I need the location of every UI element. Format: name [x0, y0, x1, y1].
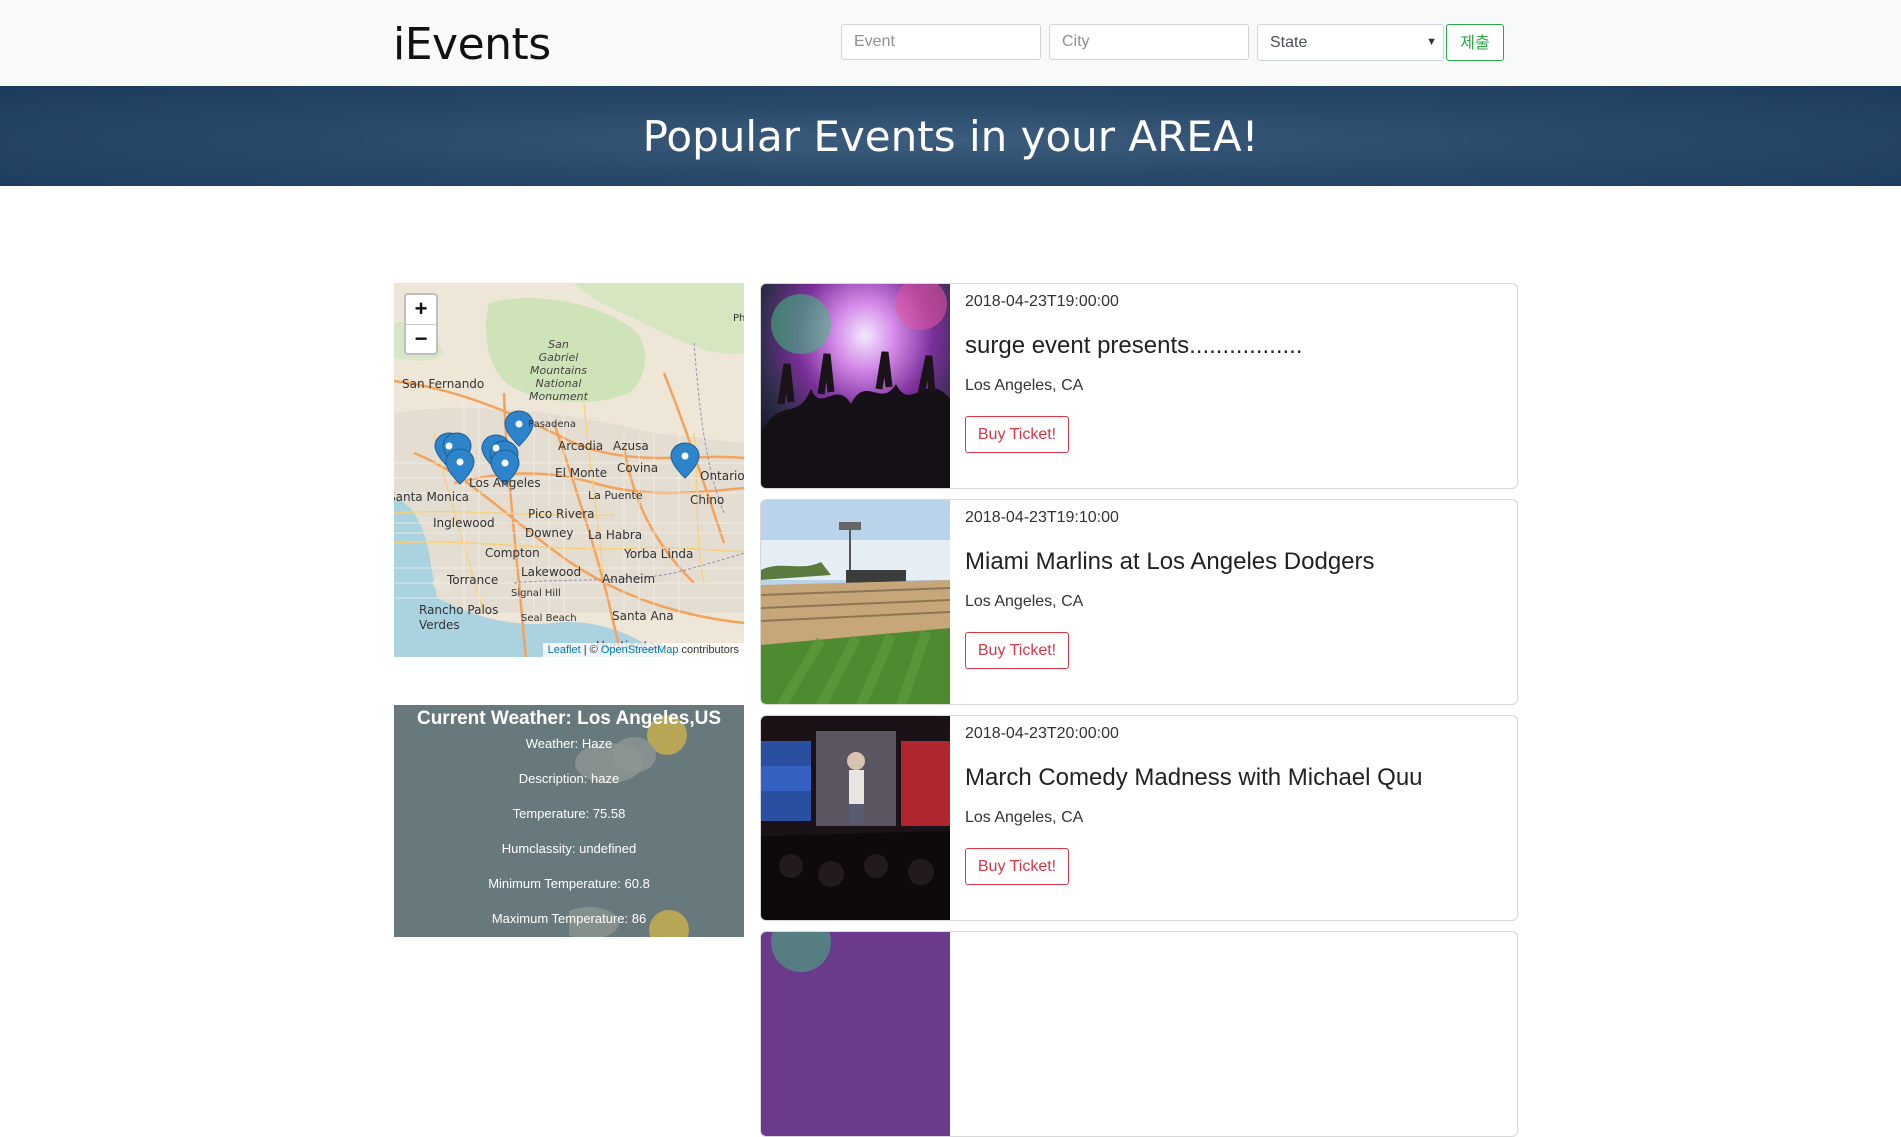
map-city-label: Santa Monica [394, 490, 470, 504]
map-city-label: El Monte [555, 466, 608, 480]
event-card [760, 931, 1518, 1137]
event-location: Los Angeles, CA [965, 809, 1084, 826]
event-card: 2018-04-23T20:00:00 March Comedy Madness… [760, 715, 1518, 921]
event-card: 2018-04-23T19:00:00 surge event presents… [760, 283, 1518, 489]
weather-min-temperature: Minimum Temperature: 60.8 [488, 876, 650, 891]
map-city-label: La Habra [588, 528, 643, 542]
map-city-label: Los Angeles [469, 476, 541, 490]
map-park-label: San Gabriel Mountains National Monument [529, 338, 588, 403]
zoom-in-button[interactable]: + [406, 295, 436, 325]
hero-title: Popular Events in your AREA! [642, 112, 1259, 161]
weather-condition: Weather: Haze [525, 736, 613, 751]
event-date: 2018-04-23T19:10:00 [965, 509, 1119, 526]
map-city-label: Compton [485, 546, 540, 560]
event-title: Miami Marlins at Los Angeles Dodgers [965, 548, 1375, 575]
map-city-label: Lakewood [521, 565, 582, 579]
weather-description: Description: haze [518, 771, 620, 786]
map-city-label: Seal Beach [521, 613, 577, 624]
map-city-label: Ontario [700, 469, 744, 483]
map-city-label: Rancho Palos Verdes [419, 603, 499, 632]
event-date: 2018-04-23T19:00:00 [965, 293, 1119, 310]
state-select[interactable]: State ▼ [1257, 24, 1444, 61]
weather-temperature: Temperature: 75.58 [512, 806, 626, 821]
event-map[interactable]: San Gabriel Mountains National Monument San … [394, 283, 744, 657]
weather-details: Weather: Haze Description: haze Temperat… [394, 733, 744, 937]
map-city-label: Arcadia [558, 439, 604, 453]
event-search-input[interactable] [841, 24, 1041, 60]
city-search-input[interactable] [1049, 24, 1249, 60]
openstreetmap-link[interactable]: OpenStreetMap [601, 644, 679, 656]
map-zoom-control: + − [404, 293, 438, 355]
chevron-down-icon: ▼ [1426, 36, 1437, 48]
map-city-label: Santa Ana [612, 609, 674, 623]
zoom-out-button[interactable]: − [406, 325, 436, 354]
event-title: surge event presents................. [965, 332, 1303, 359]
attribution-separator: | © [580, 644, 601, 656]
map-city-label: Ph [733, 313, 744, 324]
map-city-label: Chino [690, 493, 725, 507]
state-select-value: State [1270, 34, 1308, 51]
weather-panel: Current Weather: Los Angeles,US Weather:… [394, 705, 744, 937]
map-city-label: Anaheim [602, 572, 656, 586]
buy-ticket-button[interactable]: Buy Ticket! [965, 848, 1069, 885]
map-city-label: Covina [617, 461, 659, 475]
event-image [761, 932, 950, 1136]
map-city-label: Yorba Linda [624, 547, 694, 561]
event-location: Los Angeles, CA [965, 377, 1084, 394]
leaflet-link[interactable]: Leaflet [548, 644, 581, 656]
map-city-label: Signal Hill [511, 588, 561, 599]
map-city-label: Torrance [447, 573, 499, 587]
map-city-label: Inglewood [433, 516, 495, 530]
baseball-stadium-image [761, 500, 950, 704]
map-city-label: Pasadena [528, 419, 577, 430]
event-card: 2018-04-23T19:10:00 Miami Marlins at Los… [760, 499, 1518, 705]
brand-logo[interactable]: iEvents [393, 19, 551, 70]
event-location: Los Angeles, CA [965, 593, 1084, 610]
concert-crowd-image [761, 284, 950, 488]
map-city-label: Azusa [613, 439, 649, 453]
buy-ticket-button[interactable]: Buy Ticket! [965, 416, 1069, 453]
top-navbar: iEvents State ▼ 제출 [0, 0, 1901, 86]
event-date: 2018-04-23T20:00:00 [965, 725, 1119, 742]
map-city-label: San Fernando [402, 377, 485, 391]
map-city-label: La Puente [588, 489, 643, 502]
buy-ticket-button[interactable]: Buy Ticket! [965, 632, 1069, 669]
weather-max-temperature: Maximum Temperature: 86 [491, 911, 647, 926]
attribution-suffix: contributors [678, 644, 739, 656]
map-city-label: Pico Rivera [528, 507, 595, 521]
comedy-stage-image [761, 716, 950, 920]
hero-banner: Popular Events in your AREA! [0, 86, 1901, 186]
weather-title: Current Weather: Los Angeles,US [416, 708, 722, 729]
submit-button[interactable]: 제출 [1446, 24, 1504, 61]
event-title: March Comedy Madness with Michael Quu [965, 764, 1423, 791]
map-attribution: Leaflet | © OpenStreetMap contributors [542, 643, 744, 657]
map-city-label: Downey [525, 526, 574, 540]
weather-humidity: Humclassity: undefined [501, 841, 637, 856]
